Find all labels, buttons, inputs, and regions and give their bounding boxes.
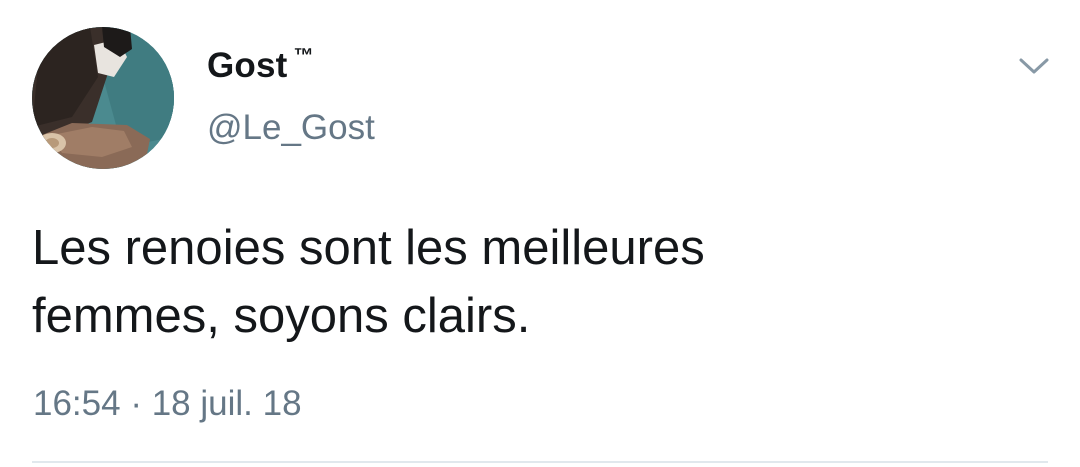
trademark-badge: ™ — [293, 45, 314, 67]
avatar[interactable] — [32, 27, 174, 169]
tweet-card: Gost ™ @Le_Gost Les renoies sont les meil… — [0, 0, 1080, 467]
author-display-name[interactable]: Gost — [207, 46, 288, 85]
tweet-text: Les renoies sont les meilleures femmes, … — [32, 214, 1032, 350]
author-name-row[interactable]: Gost ™ — [207, 45, 314, 85]
tweet-text-line-1: Les renoies sont les meilleures — [32, 221, 705, 275]
tweet-time[interactable]: 16:54 — [33, 384, 121, 423]
avatar-image — [32, 27, 174, 169]
divider — [32, 461, 1048, 463]
meta-separator: · — [130, 384, 142, 423]
author-handle[interactable]: @Le_Gost — [207, 110, 375, 145]
tweet-timestamp[interactable]: 16:54 · 18 juil. 18 — [33, 386, 302, 421]
tweet-date[interactable]: 18 juil. 18 — [152, 384, 302, 423]
tweet-text-line-2: femmes, soyons clairs. — [32, 289, 531, 343]
chevron-down-icon[interactable] — [1016, 52, 1052, 80]
